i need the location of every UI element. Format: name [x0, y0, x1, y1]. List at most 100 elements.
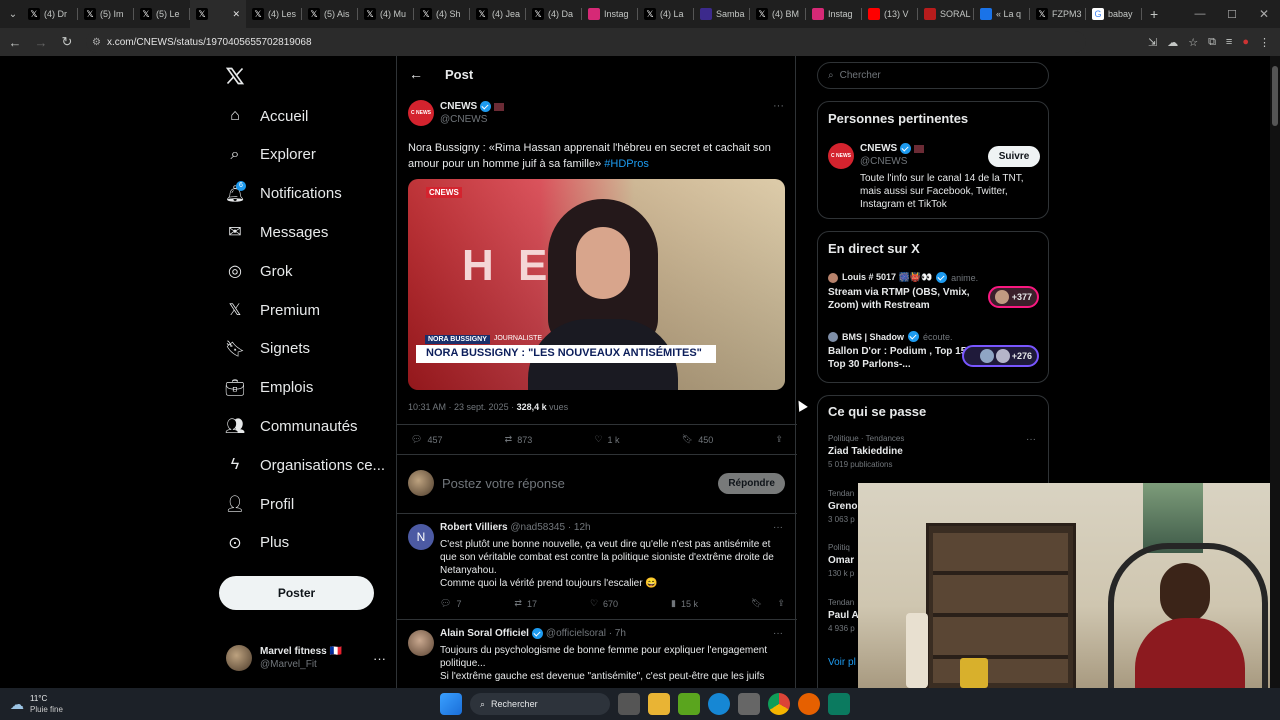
url-field[interactable]: ⚙ x.com/CNEWS/status/1970405655702819068 [86, 31, 1086, 53]
share-button[interactable]: 🔖︎ ⇪ [751, 598, 785, 609]
sidebar-item-profil[interactable]: 👤︎ Profil [224, 488, 294, 520]
browser-tab[interactable]: 𝕏 (4) Dr [22, 0, 78, 28]
repost-button[interactable]: ⇄ 873 [505, 434, 533, 445]
sidebar-item-notifications[interactable]: 🔔︎ 6 Notifications [224, 178, 342, 210]
maximize-button[interactable]: ☐ [1216, 8, 1248, 21]
reply-handle[interactable]: @nad58345 · 12h [510, 522, 590, 533]
browser-tab[interactable]: 𝕏 FZPM3 [1030, 0, 1086, 28]
reply-more-icon[interactable]: ··· [773, 522, 783, 533]
author-handle[interactable]: @CNEWS [440, 113, 504, 126]
x-logo-icon[interactable] [225, 66, 247, 88]
account-switcher[interactable]: Marvel fitness 🇫🇷 @Marvel_Fit ··· [226, 642, 386, 674]
back-arrow-icon[interactable]: ← [4, 31, 26, 53]
browser-tab[interactable]: « La q [974, 0, 1030, 28]
windows-start-icon[interactable] [440, 693, 462, 715]
account-handle[interactable]: @CNEWS [860, 155, 924, 168]
sidebar-item-organisations-ce[interactable]: ϟ Organisations ce... [224, 449, 385, 481]
browser-tab[interactable]: 𝕏 (4) Mu [358, 0, 414, 28]
browser-tab[interactable]: SORAL [918, 0, 974, 28]
sidebar-item-premium[interactable]: 𝕏 Premium [224, 294, 320, 326]
more-dots-icon[interactable]: ··· [373, 651, 386, 666]
share-button[interactable]: ⇪ [775, 434, 783, 445]
trend-more-icon[interactable]: ··· [1026, 434, 1036, 445]
forward-arrow-icon[interactable]: → [30, 31, 52, 53]
reply-author[interactable]: Alain Soral Officiel [440, 628, 529, 639]
edge-icon[interactable] [708, 693, 730, 715]
browser-tab[interactable]: 𝕏 (4) La [638, 0, 694, 28]
browser-tab[interactable]: 𝕏 (4) Les [246, 0, 302, 28]
live-item[interactable]: Louis # 5017 🎆👹👀 anime. Stream via RTMP … [828, 272, 1040, 318]
reply-input[interactable]: Postez votre réponse [442, 476, 710, 491]
browser-tab[interactable]: Instag [806, 0, 862, 28]
browser-tab[interactable]: 𝕏 (5) Le [134, 0, 190, 28]
star-icon[interactable]: ☆ [1188, 36, 1198, 49]
sidebar-item-grok[interactable]: ◎ Grok [224, 255, 293, 287]
account-name[interactable]: CNEWS [860, 142, 897, 155]
cloud-icon[interactable]: ☁ [1167, 36, 1178, 49]
new-tab-button[interactable]: + [1150, 6, 1158, 22]
back-arrow-icon[interactable]: ← [409, 66, 423, 82]
file-explorer-icon[interactable] [648, 693, 670, 715]
like-button[interactable]: ♡ 1 k [594, 434, 619, 445]
avatar[interactable] [408, 630, 434, 656]
views-button[interactable]: ▮ 15 k [671, 598, 698, 609]
tab-list-chevron-icon[interactable]: ⌄ [4, 3, 22, 25]
reply-button[interactable]: 💬︎ 457 [411, 434, 442, 445]
weather-icon[interactable]: ☁ [10, 696, 24, 713]
browser-tab[interactable]: (13) V [862, 0, 918, 28]
minimize-button[interactable]: — [1184, 8, 1216, 20]
post-time[interactable]: 10:31 AM · 23 sept. 2025 · [408, 402, 517, 412]
sidebar-item-plus[interactable]: ⊙ Plus [224, 527, 289, 559]
reply-handle[interactable]: @officielsoral · 7h [546, 628, 626, 639]
cnews-avatar[interactable]: C NEWS [828, 143, 854, 169]
show-more-link[interactable]: Voir pl [828, 657, 856, 668]
install-icon[interactable]: ⇲ [1148, 36, 1157, 49]
live-item[interactable]: BMS | Shadow écoute. Ballon D'or : Podiu… [828, 331, 1040, 377]
browser-tab[interactable]: Samba [694, 0, 750, 28]
browser-tab[interactable]: 𝕏 (4) BM [750, 0, 806, 28]
browser-tab[interactable]: 𝕏 (4) Da [526, 0, 582, 28]
close-tab-icon[interactable]: ✕ [232, 9, 240, 20]
sidebar-item-explorer[interactable]: ⌕ Explorer [224, 139, 316, 171]
reload-icon[interactable]: ↻ [56, 31, 78, 53]
reply-author[interactable]: Robert Villiers [440, 522, 508, 533]
sidebar-item-emplois[interactable]: 💼︎ Emplois [224, 372, 314, 404]
hashtag-link[interactable]: #HDPros [604, 158, 649, 170]
sidebar-item-accueil[interactable]: ⌂ Accueil [224, 100, 308, 132]
browser-tab[interactable]: Gbabay [1086, 0, 1142, 28]
site-info-icon[interactable]: ⚙ [92, 37, 101, 48]
trend-item[interactable]: Politique · Tendances Ziad Takieddine 5 01… [828, 434, 1040, 478]
repost-button[interactable]: ⇄ 17 [514, 598, 537, 609]
bookmark-button[interactable]: 🔖︎ 450 [682, 434, 713, 445]
browser-menu-icon[interactable]: ⋮ [1259, 36, 1270, 49]
like-button[interactable]: ♡ 670 [590, 598, 618, 609]
chrome-icon[interactable] [768, 693, 790, 715]
cnews-avatar[interactable]: C NEWS [408, 100, 434, 126]
firefox-icon[interactable] [798, 693, 820, 715]
browser-tab[interactable]: 𝕏 (4) Jea [470, 0, 526, 28]
browser-tab[interactable]: 𝕏 (5) Ais [302, 0, 358, 28]
avatar[interactable]: N [408, 524, 434, 550]
reply-more-icon[interactable]: ··· [773, 628, 783, 639]
store-icon[interactable] [738, 693, 760, 715]
page-scrollbar[interactable] [1270, 56, 1280, 688]
search-input[interactable]: ⌕ Chercher [817, 62, 1049, 89]
media-icon[interactable]: ≡ [1226, 36, 1232, 49]
sidebar-item-messages[interactable]: ✉ Messages [224, 216, 328, 248]
browser-tab[interactable]: 𝕏 (4) Sh [414, 0, 470, 28]
post-video[interactable]: H E CNEWS NORA BUSSIGNY JOURNALISTE NORA… [408, 179, 785, 390]
author-name[interactable]: CNEWS [440, 100, 477, 113]
app-icon[interactable] [828, 693, 850, 715]
browser-tab[interactable]: 𝕏 (5) Im [78, 0, 134, 28]
profile-avatar[interactable]: ● [1242, 36, 1249, 49]
close-window-button[interactable]: ✕ [1248, 7, 1280, 21]
post-more-icon[interactable]: ··· [773, 100, 784, 112]
nvidia-icon[interactable] [678, 693, 700, 715]
follow-button[interactable]: Suivre [988, 146, 1040, 167]
reply-button[interactable]: 💬︎ 7 [440, 598, 461, 609]
browser-tab[interactable]: 𝕏 ✕ [190, 0, 246, 28]
sidebar-item-signets[interactable]: 🔖︎ Signets [224, 333, 310, 365]
task-view-icon[interactable] [618, 693, 640, 715]
reply-submit-button[interactable]: Répondre [718, 472, 785, 494]
post-button[interactable]: Poster [219, 576, 374, 610]
